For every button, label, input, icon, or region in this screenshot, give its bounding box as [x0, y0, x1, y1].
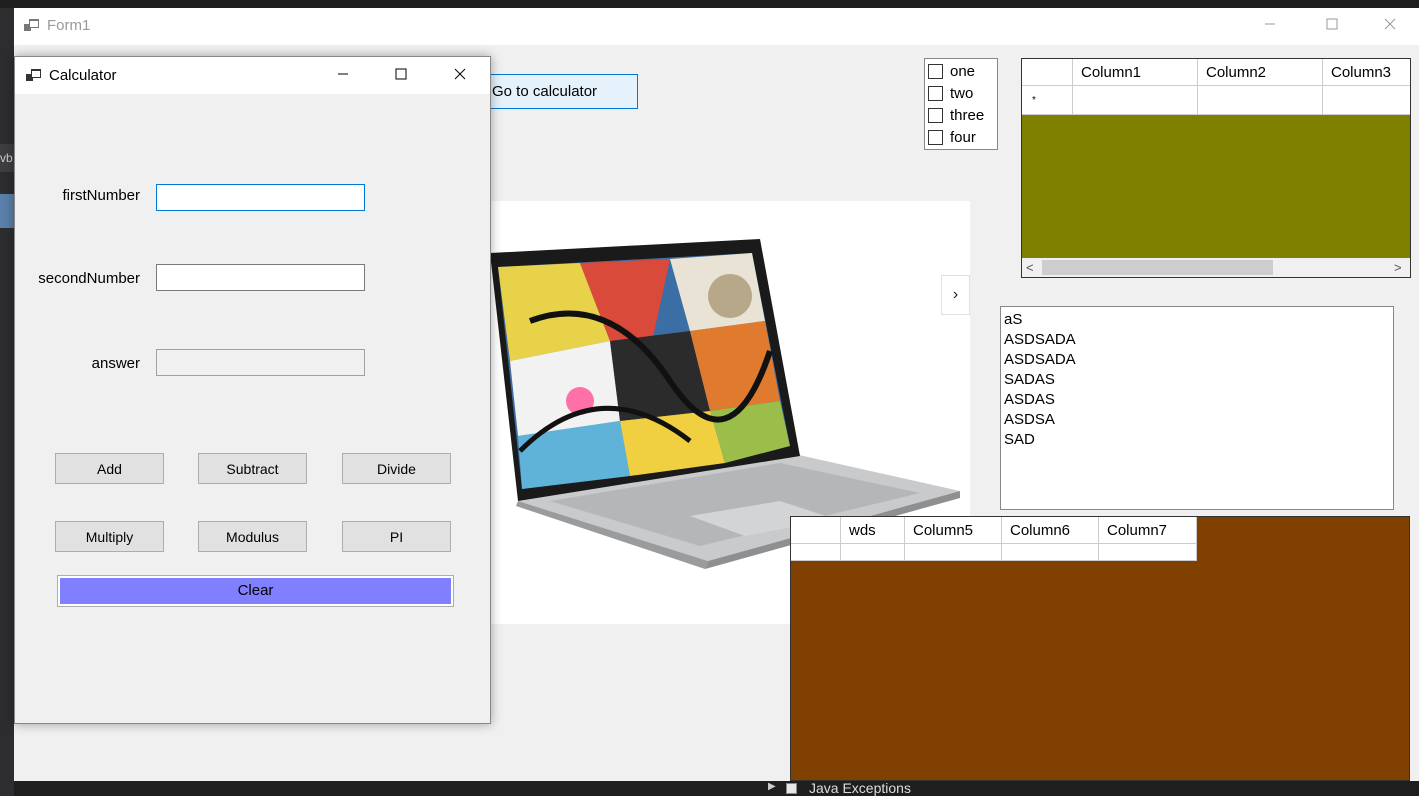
checklist-item[interactable]: one	[928, 61, 975, 81]
exception-checkbox[interactable]	[786, 783, 797, 794]
exception-label: Java Exceptions	[809, 780, 911, 796]
maximize-icon	[1326, 18, 1338, 30]
minimize-icon	[338, 73, 348, 75]
grid-row-header-corner	[791, 517, 841, 544]
grid-cell[interactable]	[1099, 544, 1197, 561]
maximize-button[interactable]	[378, 61, 424, 91]
answer-output	[156, 349, 365, 376]
checkbox[interactable]	[928, 107, 943, 123]
form1-titlebar[interactable]: Form1	[14, 8, 1419, 45]
grid-cell[interactable]	[841, 544, 905, 561]
grid-cell[interactable]	[905, 544, 1002, 561]
close-button[interactable]	[1367, 11, 1413, 41]
ide-exception-settings-row[interactable]: ▶ Java Exceptions	[728, 780, 1419, 796]
grid-column-header[interactable]: Column3	[1323, 59, 1410, 86]
ide-left-tab[interactable]: vb	[0, 144, 14, 172]
data-grid-2[interactable]: wds Column5 Column6 Column7	[790, 516, 1410, 781]
multiply-button[interactable]: Multiply	[55, 521, 164, 552]
go-to-calculator-button[interactable]: Go to calculator	[477, 74, 638, 109]
pi-button[interactable]: PI	[342, 521, 451, 552]
scroll-left-icon[interactable]: <	[1026, 258, 1034, 277]
grid-column-header[interactable]: Column1	[1073, 59, 1198, 86]
checklist-item[interactable]: two	[928, 83, 973, 103]
form1-title: Form1	[47, 17, 91, 34]
ide-left-panel: vb	[0, 8, 14, 796]
grid-column-header[interactable]: Column5	[905, 517, 1002, 544]
list-item[interactable]: SAD	[1004, 430, 1390, 450]
grid-cell[interactable]	[1323, 86, 1410, 115]
checkbox[interactable]	[928, 129, 943, 145]
close-icon	[1384, 18, 1396, 30]
checkbox[interactable]	[928, 63, 943, 79]
answer-label: answer	[91, 355, 140, 372]
subtract-button[interactable]: Subtract	[198, 453, 307, 484]
grid-row-header-corner	[1022, 59, 1073, 86]
list-item[interactable]: SADAS	[1004, 370, 1390, 390]
first-number-label: firstNumber	[62, 187, 140, 204]
checked-list-box: one two three four	[924, 58, 998, 150]
grid-column-header[interactable]: wds	[841, 517, 905, 544]
calculator-window: Calculator firstNumber secondNumber answ…	[14, 56, 491, 724]
list-item[interactable]: ASDSADA	[1004, 330, 1390, 350]
checklist-label: four	[950, 128, 976, 146]
second-number-label: secondNumber	[38, 270, 140, 287]
list-item[interactable]: aS	[1004, 310, 1390, 330]
grid-column-header[interactable]: Column2	[1198, 59, 1323, 86]
checklist-label: three	[950, 106, 985, 124]
calculator-titlebar[interactable]: Calculator	[15, 57, 490, 94]
divide-button[interactable]: Divide	[342, 453, 451, 484]
grid-cell[interactable]	[1002, 544, 1099, 561]
maximize-button[interactable]	[1309, 11, 1355, 41]
checklist-label: two	[950, 84, 974, 102]
new-row-marker-icon: *	[1022, 86, 1073, 115]
grid-row-header	[791, 544, 841, 561]
minimize-icon	[1265, 23, 1275, 25]
list-item[interactable]: ASDSA	[1004, 410, 1390, 430]
grid-column-header[interactable]: Column6	[1002, 517, 1099, 544]
modulus-button[interactable]: Modulus	[198, 521, 307, 552]
calculator-title: Calculator	[49, 67, 117, 84]
checkbox[interactable]	[928, 85, 943, 101]
checklist-item[interactable]: four	[928, 127, 976, 147]
horizontal-scrollbar[interactable]: < >	[1022, 258, 1410, 277]
scroll-right-icon[interactable]: >	[1394, 258, 1402, 277]
picture-next-button[interactable]: ›	[941, 275, 970, 315]
checklist-item[interactable]: three	[928, 105, 984, 125]
maximize-icon	[395, 68, 407, 80]
checklist-label: one	[950, 62, 976, 80]
scroll-thumb[interactable]	[1042, 260, 1273, 275]
grid-cell[interactable]	[1073, 86, 1198, 115]
close-icon	[454, 68, 466, 80]
grid-cell[interactable]	[1198, 86, 1323, 115]
clear-button[interactable]: Clear	[57, 575, 454, 607]
second-number-input[interactable]	[156, 264, 365, 291]
expand-arrow-icon[interactable]: ▶	[768, 781, 776, 792]
grid-column-header[interactable]: Column7	[1099, 517, 1197, 544]
minimize-button[interactable]	[320, 61, 366, 91]
app-icon	[26, 69, 41, 81]
minimize-button[interactable]	[1247, 11, 1293, 41]
first-number-input[interactable]	[156, 184, 365, 211]
list-item[interactable]: ASDSADA	[1004, 350, 1390, 370]
data-grid-1[interactable]: Column1 Column2 Column3 * < >	[1021, 58, 1411, 278]
list-item[interactable]: ASDAS	[1004, 390, 1390, 410]
chevron-right-icon: ›	[952, 286, 959, 303]
close-button[interactable]	[437, 61, 483, 91]
add-button[interactable]: Add	[55, 453, 164, 484]
app-icon	[24, 19, 39, 31]
list-box[interactable]: aS ASDSADA ASDSADA SADAS ASDAS ASDSA SAD	[1000, 306, 1394, 510]
